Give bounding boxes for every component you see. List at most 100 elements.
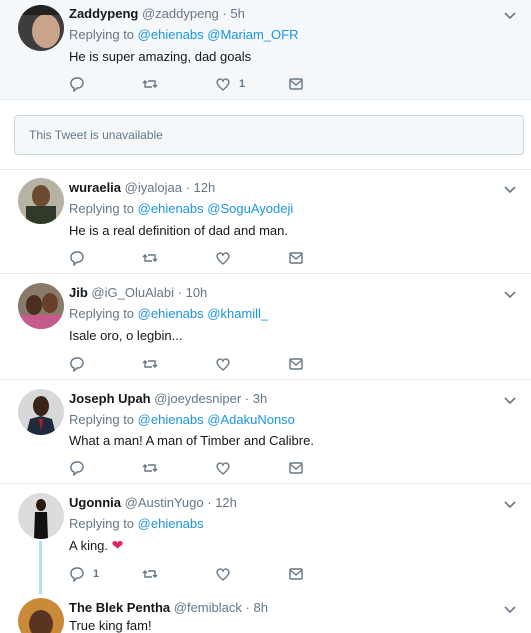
tweet-text: He is super amazing, dad goals [69,49,252,64]
tweet-actions [69,460,369,478]
mention-link[interactable]: @ehienabs [138,201,204,216]
like-count: 1 [239,78,246,90]
mention-link[interactable]: @ehienabs [138,412,204,427]
mention-link[interactable]: @ehienabs [138,27,204,42]
chevron-down-icon[interactable] [503,182,517,196]
timestamp[interactable]: 3h [253,391,267,406]
like-button[interactable] [215,460,231,476]
avatar[interactable] [18,283,64,329]
message-icon [289,78,303,90]
like-button[interactable] [215,356,231,372]
replying-prefix: Replying to [69,201,135,216]
separator: · [222,6,227,21]
tweet-text: What a man! A man of Timber and Calibre. [69,433,314,448]
message-button[interactable] [288,460,304,476]
chevron-down-icon[interactable] [503,287,517,301]
retweet-icon [142,254,158,262]
mention-link[interactable]: @AdakuNonso [207,412,295,427]
reply-button[interactable] [69,76,85,92]
message-button[interactable] [288,566,304,582]
message-button[interactable] [288,76,304,92]
chevron-down-icon[interactable] [503,393,517,407]
tweet-text: He is a real definition of dad and man. [69,223,288,238]
reply-button[interactable] [69,250,85,266]
avatar[interactable] [18,178,64,224]
display-name[interactable]: Joseph Upah [69,391,151,406]
replying-prefix: Replying to [69,516,135,531]
replying-to: Replying to @ehienabs @Mariam_OFR [69,27,298,43]
tweet-header: Ugonnia @AustinYugo · 12h [69,495,501,511]
timestamp[interactable]: 12h [194,180,216,195]
message-icon [289,358,303,370]
avatar[interactable] [18,5,64,51]
tweet-6[interactable]: The Blek Pentha @femiblack · 8h True kin… [0,594,531,633]
avatar[interactable] [18,493,64,539]
user-handle[interactable]: @femiblack [174,600,242,615]
chevron-down-icon[interactable] [503,8,517,22]
retweet-button[interactable] [142,356,158,372]
reply-button[interactable]: 1 [69,566,99,582]
mention-link[interactable]: @Mariam_OFR [207,27,298,42]
timestamp[interactable]: 12h [215,495,237,510]
thread-line [39,541,42,594]
retweet-button[interactable] [142,76,158,92]
tweet-text: A king. ❤ [69,537,123,554]
mention-link[interactable]: @SoguAyodeji [207,201,293,216]
reply-icon [70,77,84,92]
replying-to: Replying to @ehienabs @khamill_ [69,306,268,322]
like-icon [216,78,230,91]
tweet-header: The Blek Pentha @femiblack · 8h [69,600,501,616]
reply-icon [70,251,84,266]
chevron-down-icon[interactable] [503,602,517,616]
tweet-4[interactable]: Joseph Upah @joeydesniper · 3h Replying … [0,380,531,484]
separator: · [207,495,212,510]
reply-button[interactable] [69,460,85,476]
retweet-icon [142,360,158,368]
tweet-actions [69,250,369,268]
tweet-actions: 1 [69,76,369,94]
message-button[interactable] [288,250,304,266]
chevron-down-icon[interactable] [503,497,517,511]
message-icon [289,252,303,264]
tweet-text-content: A king. [69,538,109,553]
reply-icon [70,357,84,372]
display-name[interactable]: The Blek Pentha [69,600,170,615]
message-button[interactable] [288,356,304,372]
tweet-1[interactable]: Zaddypeng @zaddypeng · 5h Replying to @e… [0,0,531,100]
mention-link[interactable]: @khamill_ [207,306,268,321]
retweet-button[interactable] [142,566,158,582]
display-name[interactable]: wuraelia [69,180,121,195]
tweet-text: True king fam! [69,618,152,633]
display-name[interactable]: Jib [69,285,88,300]
user-handle[interactable]: @iyalojaa [125,180,182,195]
like-button[interactable]: 1 [215,76,245,92]
user-handle[interactable]: @zaddypeng [142,6,219,21]
like-button[interactable] [215,250,231,266]
reply-button[interactable] [69,356,85,372]
timestamp[interactable]: 10h [186,285,208,300]
retweet-button[interactable] [142,460,158,476]
tweet-text: Isale oro, o legbin... [69,328,183,343]
display-name[interactable]: Ugonnia [69,495,121,510]
reply-icon [70,567,84,582]
separator: · [185,180,190,195]
separator: · [177,285,182,300]
timestamp[interactable]: 5h [230,6,244,21]
mention-link[interactable]: @ehienabs [138,306,204,321]
user-handle[interactable]: @joeydesniper [154,391,241,406]
display-name[interactable]: Zaddypeng [69,6,138,21]
mention-link[interactable]: @ehienabs [138,516,204,531]
tweet-5[interactable]: Ugonnia @AustinYugo · 12h Replying to @e… [0,484,531,594]
tweet-3[interactable]: Jib @iG_OluAlabi · 10h Replying to @ehie… [0,274,531,380]
avatar[interactable] [18,389,64,435]
user-handle[interactable]: @AustinYugo [125,495,204,510]
tweet-2[interactable]: wuraelia @iyalojaa · 12h Replying to @eh… [0,170,531,274]
user-handle[interactable]: @iG_OluAlabi [91,285,174,300]
retweet-button[interactable] [142,250,158,266]
avatar[interactable] [18,598,64,633]
tweet-header: Joseph Upah @joeydesniper · 3h [69,391,501,407]
tweet-actions: 1 [69,566,369,584]
like-button[interactable] [215,566,231,582]
timestamp[interactable]: 8h [253,600,267,615]
replying-to: Replying to @ehienabs @SoguAyodeji [69,201,293,217]
